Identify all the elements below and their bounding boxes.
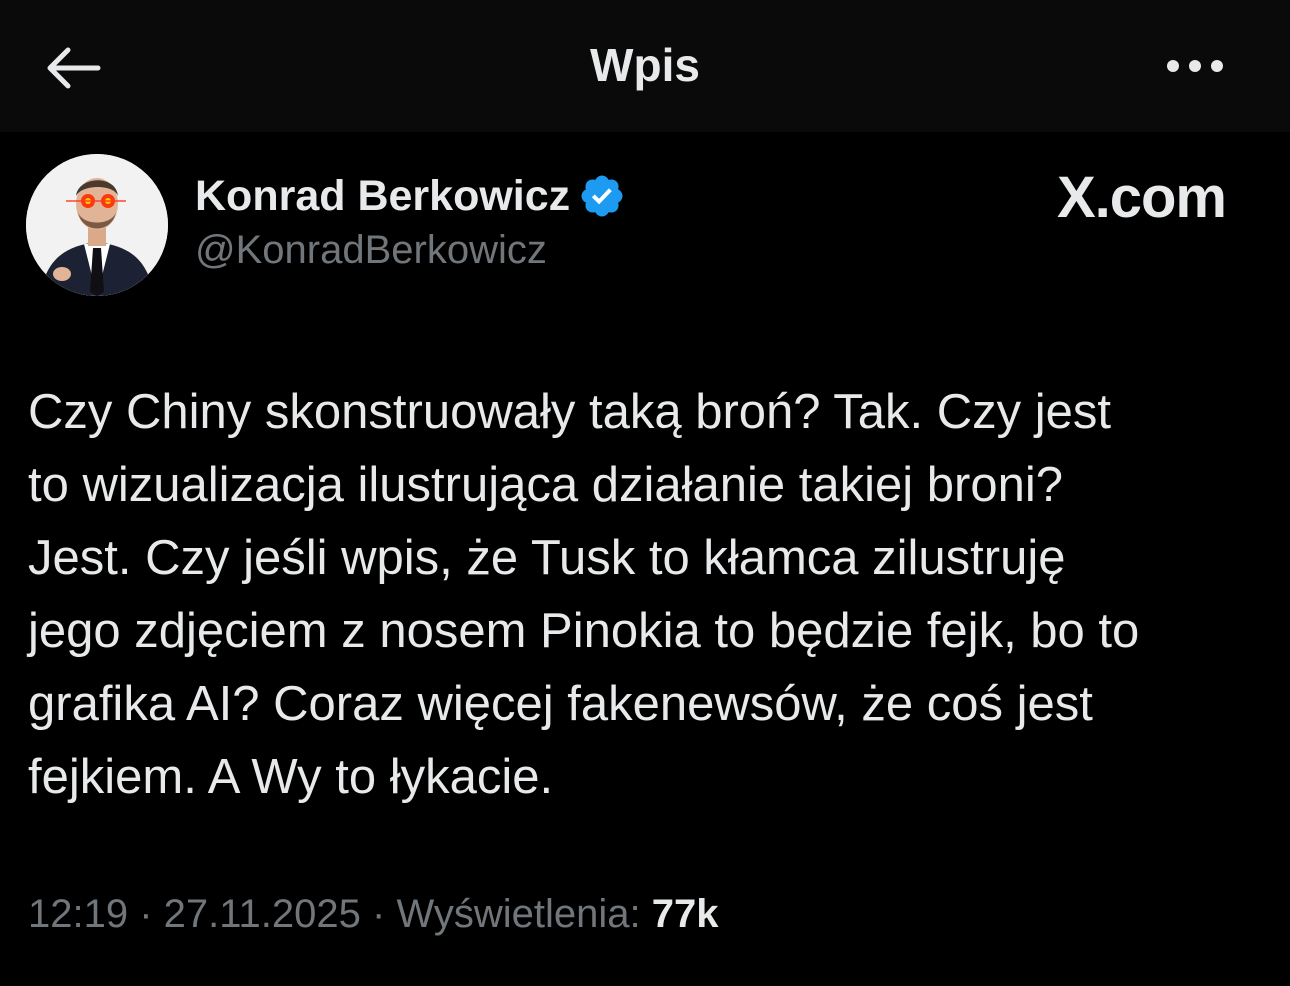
- tweet-line: grafika AI? Coraz więcej fakenewsów, że …: [28, 677, 1093, 731]
- tweet-line: Czy Chiny skonstruowały taką broń? Tak. …: [28, 385, 1111, 439]
- page-title: Wpis: [590, 39, 700, 91]
- top-bar: Wpis: [0, 0, 1290, 132]
- tweet-date[interactable]: 27.11.2025: [164, 892, 361, 936]
- author-name[interactable]: Konrad Berkowicz: [195, 172, 570, 221]
- author-name-row[interactable]: Konrad Berkowicz: [195, 166, 626, 226]
- tweet-line: to wizualizacja ilustrująca działanie ta…: [28, 458, 1063, 512]
- more-options-button[interactable]: [1160, 44, 1230, 88]
- tweet-text: Czy Chiny skonstruowały taką broń? Tak. …: [28, 376, 1268, 814]
- more-horizontal-icon: [1167, 60, 1223, 72]
- tweet-line: Jest. Czy jeśli wpis, że Tusk to kłamca …: [28, 531, 1066, 585]
- profile-photo: [26, 154, 168, 296]
- tweet-metadata: 12:19 · 27.11.2025 · Wyświetlenia: 77k: [28, 892, 718, 937]
- verified-badge-icon: [581, 175, 623, 217]
- views-count[interactable]: 77k: [652, 892, 719, 936]
- watermark-logo: X.com: [1056, 165, 1227, 230]
- meta-separator: ·: [360, 892, 397, 936]
- views-label: Wyświetlenia:: [396, 892, 652, 936]
- tweet-line: fejkiem. A Wy to łykacie.: [28, 750, 554, 804]
- tweet-line: jego zdjęciem z nosem Pinokia to będzie …: [28, 604, 1140, 658]
- author-handle[interactable]: @KonradBerkowicz: [195, 228, 547, 273]
- avatar[interactable]: [26, 154, 168, 296]
- meta-separator: ·: [128, 892, 164, 936]
- tweet-time[interactable]: 12:19: [28, 892, 128, 936]
